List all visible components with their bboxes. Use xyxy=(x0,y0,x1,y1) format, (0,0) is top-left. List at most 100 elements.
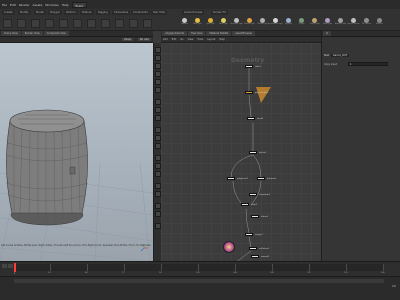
menu-windows[interactable]: Windows xyxy=(45,3,58,7)
stop-button[interactable] xyxy=(8,264,13,268)
shelf-tab-lights[interactable]: Guide Process xyxy=(182,10,205,15)
shelf-slot-icon[interactable] xyxy=(87,19,96,28)
shelf-tool-ambient-light[interactable]: Ambient Light xyxy=(335,18,346,27)
node-lattice1[interactable] xyxy=(249,151,257,154)
node-polyextrude1[interactable] xyxy=(245,91,253,94)
net-menu-add[interactable]: Add xyxy=(163,38,168,41)
shelf-tool-label: GI Light xyxy=(298,23,305,25)
shelf-tool-geometry-light[interactable]: Geometry Light xyxy=(230,18,243,27)
menu-assets[interactable]: Assets xyxy=(33,3,43,7)
timeline-track[interactable] xyxy=(14,264,384,271)
tab-material-palette[interactable]: Material Palette xyxy=(206,31,232,36)
shelf-slot-icon[interactable] xyxy=(115,19,124,28)
tab-parameters[interactable]: ⚙ xyxy=(323,31,332,36)
node-normal1[interactable] xyxy=(251,255,259,258)
shelf-tab-texture[interactable]: Texture xyxy=(80,10,94,15)
tab-asset-browser[interactable]: Asset Browser xyxy=(232,31,256,36)
timeline-tick-label: 72 xyxy=(122,272,125,274)
camera-menu[interactable]: No cam xyxy=(137,38,151,41)
net-menu-tools[interactable]: Tools xyxy=(197,38,203,41)
node-name-field[interactable]: barrel_OUT xyxy=(331,53,350,57)
shelf-tab-rigging[interactable]: Rigging xyxy=(96,10,110,15)
timeline-tick xyxy=(161,264,162,271)
shelf-slot-icon[interactable] xyxy=(3,19,12,28)
node-label: transform1 xyxy=(259,193,271,196)
ambient-light-icon xyxy=(338,18,343,23)
node-xform2[interactable] xyxy=(251,215,259,218)
menu-file[interactable]: File xyxy=(2,3,7,7)
shelf-tool-gi-light[interactable]: GI Light xyxy=(297,18,306,27)
node-label: color1 xyxy=(251,203,258,206)
shelf-tool-point-light[interactable]: Point Light xyxy=(193,18,202,27)
viewport-hint-text: Left mouse tumbles. Middle pans. Right d… xyxy=(1,244,151,247)
shelf-tab-characters[interactable]: Characters xyxy=(112,10,131,15)
net-menu-go[interactable]: Go xyxy=(180,38,183,41)
node-uvflatten1[interactable] xyxy=(249,247,257,250)
viewport-canvas[interactable] xyxy=(0,43,153,261)
shelf-tab-constraints[interactable]: Constraints xyxy=(131,10,150,15)
shelf-tool-vr-camera[interactable]: VR Camera xyxy=(362,18,371,27)
node-label: boolean1 xyxy=(267,177,277,180)
node-label: tube1 xyxy=(255,65,261,68)
node-polybevel1[interactable] xyxy=(227,177,235,180)
tab-scene-view[interactable]: Scene View xyxy=(1,31,21,36)
node-transform1[interactable] xyxy=(249,193,257,196)
node-color1[interactable] xyxy=(241,203,249,206)
tab-tree-view[interactable]: Tree View xyxy=(188,31,206,36)
net-menu-view[interactable]: View xyxy=(188,38,194,41)
shelf-slot-icon[interactable] xyxy=(17,19,26,28)
play-button[interactable] xyxy=(2,264,7,268)
stereo-camera-icon xyxy=(351,18,356,23)
node-tube1[interactable] xyxy=(245,65,253,68)
shelf-tool-distant-light[interactable]: Distant Light xyxy=(257,18,268,27)
playhead[interactable] xyxy=(14,263,16,272)
shelf-tool-area-light[interactable]: Area Light xyxy=(219,18,228,27)
range-slider[interactable] xyxy=(14,279,384,283)
shelf-tab-create[interactable]: Create xyxy=(2,10,15,15)
net-menu-help[interactable]: Help xyxy=(219,38,224,41)
tab-render-view[interactable]: Render View xyxy=(21,31,43,36)
node-merge1[interactable] xyxy=(245,233,253,236)
shelf-tool-caustic-light[interactable]: Caustic Light xyxy=(309,18,320,27)
shelf-slot-icon[interactable] xyxy=(45,19,54,28)
shelf-tab-terrain[interactable]: Terrain FX xyxy=(211,10,228,15)
frame-start: 1 xyxy=(14,272,16,275)
output-node-icon[interactable] xyxy=(223,241,235,253)
node-label: polybevel1 xyxy=(237,177,248,180)
shelf-tool-portal-light[interactable]: Portal Light xyxy=(323,18,332,27)
shelf-tab-deform[interactable]: Deform xyxy=(64,10,78,15)
desktop-dropdown[interactable]: Build xyxy=(71,1,88,8)
shelf-tool-switcher[interactable]: Switcher xyxy=(375,18,384,27)
shelf-tool-stereo-camera[interactable]: Stereo Camera xyxy=(348,18,359,27)
menu-render[interactable]: Render xyxy=(19,3,30,7)
shelf-tool-cameras[interactable]: Cameras xyxy=(180,18,189,27)
shelf-slot-icon[interactable] xyxy=(59,19,68,28)
net-menu-layout[interactable]: Layout xyxy=(207,38,215,41)
tab-composite-view[interactable]: Composite View xyxy=(43,31,69,36)
shelf-tool-volume-light[interactable]: Volume Light xyxy=(244,18,255,27)
shelf-tool-environment-light[interactable]: Environment Light xyxy=(268,18,283,27)
network-canvas[interactable]: Geometry tube1 polyextrude1 bend1 lattice1 p… xyxy=(161,43,321,261)
copy-input-field[interactable]: 1 xyxy=(348,62,388,66)
shelf-tool-sky-light[interactable]: Sky Light xyxy=(284,18,293,27)
shelf-tab-hair-utils[interactable]: Hair Utils xyxy=(151,10,167,15)
shelf-slot-icon[interactable] xyxy=(31,19,40,28)
shelf-slot-icon[interactable] xyxy=(129,19,138,28)
tab-network-path[interactable]: /obj/geo1/barrel xyxy=(162,31,188,36)
shelf-tab-modify[interactable]: Modify xyxy=(18,10,31,15)
node-bend1[interactable] xyxy=(247,117,255,120)
shelf-slot-icon[interactable] xyxy=(143,19,152,28)
shelf-tool-spot-light[interactable]: Spot Light xyxy=(206,18,215,27)
shelf-tool-label: VR Camera xyxy=(362,23,371,25)
shelf-slot-icon[interactable] xyxy=(101,19,110,28)
menu-help[interactable]: Help xyxy=(62,3,69,7)
shelf-slot-icon[interactable] xyxy=(73,19,82,28)
scene-geometry xyxy=(0,109,153,261)
timeline-tick xyxy=(124,264,125,271)
shelf-tab-model[interactable]: Model xyxy=(34,10,46,15)
perspective-menu[interactable]: Persp xyxy=(122,38,133,41)
node-boolean1[interactable] xyxy=(257,177,265,180)
shelf-tab-polygon[interactable]: Polygon xyxy=(48,10,63,15)
net-menu-edit[interactable]: Edit xyxy=(172,38,177,41)
menu-edit[interactable]: Edit xyxy=(10,3,16,7)
